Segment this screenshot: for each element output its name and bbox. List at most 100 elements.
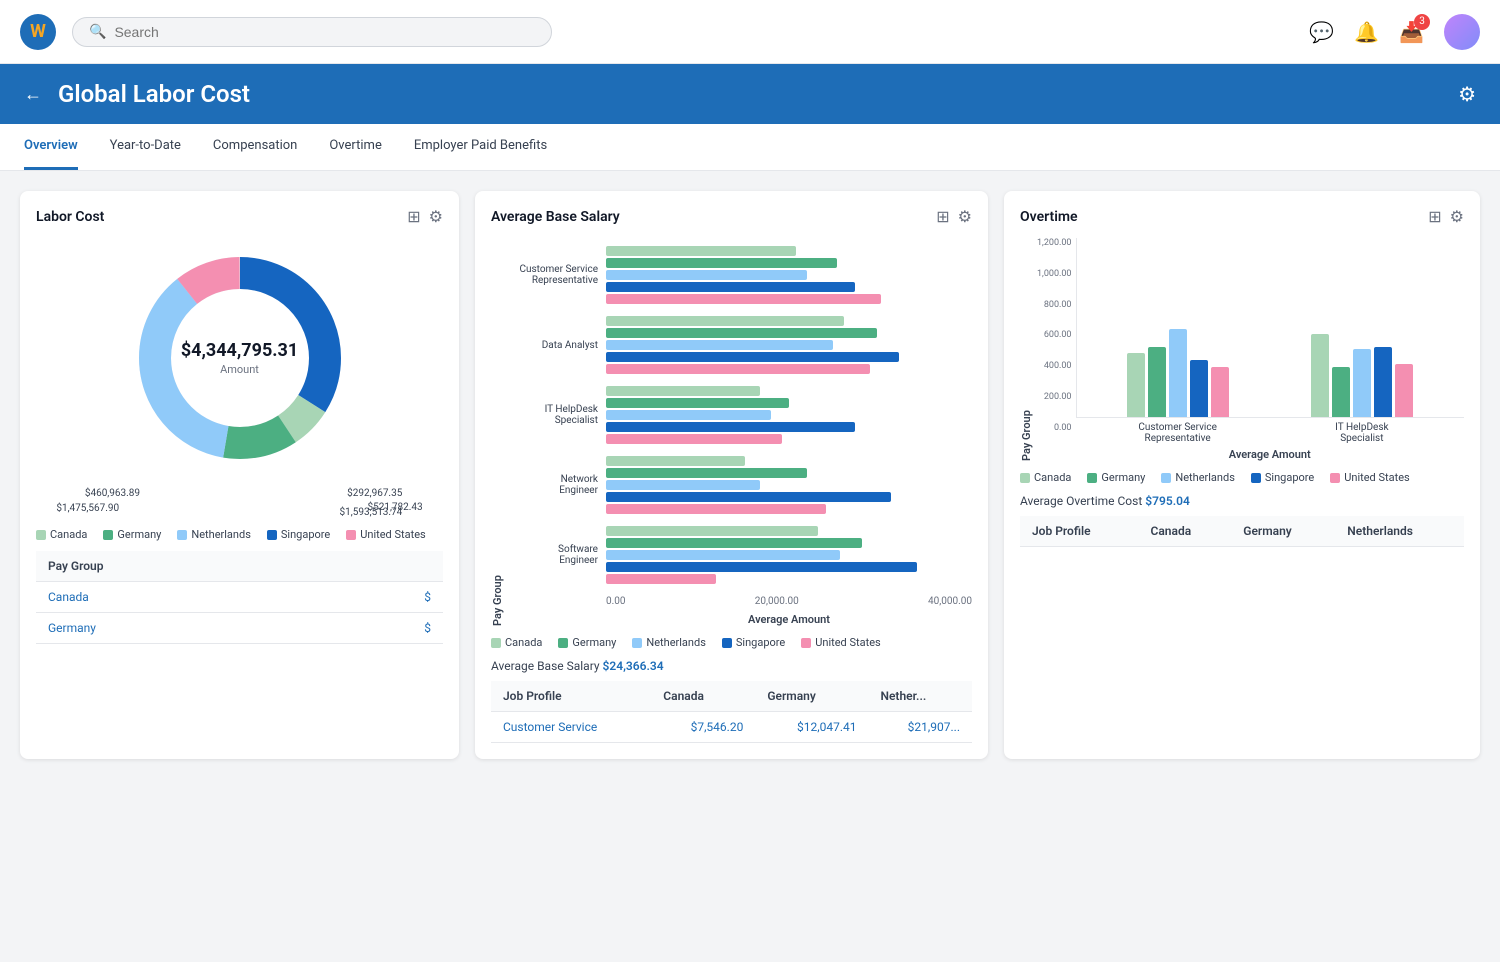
th-nether: Nether... bbox=[868, 681, 972, 712]
page-header: ← Global Labor Cost ⚙ bbox=[0, 64, 1500, 124]
avg-salary-header: Average Base Salary ⊞ ⚙ bbox=[491, 207, 972, 226]
notifications-button[interactable]: 🔔 bbox=[1354, 20, 1379, 44]
legend-germany: Germany bbox=[558, 636, 616, 649]
labor-cost-card: Labor Cost ⊞ ⚙ bbox=[20, 191, 459, 759]
overtime-bars bbox=[1076, 238, 1465, 418]
settings-button[interactable]: ⚙ bbox=[1458, 82, 1476, 106]
salary-y-axis-label: Pay Group bbox=[491, 238, 504, 626]
germany-dot bbox=[103, 530, 113, 540]
bar-da-germany bbox=[606, 328, 877, 338]
tab-compensation[interactable]: Compensation bbox=[213, 124, 297, 170]
paygroup-canada[interactable]: Canada bbox=[36, 582, 329, 613]
search-input[interactable] bbox=[114, 24, 535, 40]
tab-employer-benefits[interactable]: Employer Paid Benefits bbox=[414, 124, 547, 170]
overtime-x-axis-label: Average Amount bbox=[1076, 448, 1465, 461]
table-header-paygroup: Pay Group bbox=[36, 551, 329, 582]
bar-se-canada bbox=[606, 526, 818, 536]
tab-overtime[interactable]: Overtime bbox=[329, 124, 381, 170]
vbar-it-us bbox=[1395, 364, 1413, 417]
tab-ytd[interactable]: Year-to-Date bbox=[110, 124, 181, 170]
germany-dot bbox=[1087, 473, 1097, 483]
filter-icon[interactable]: ⊞ bbox=[1428, 207, 1441, 226]
gear-icon[interactable]: ⚙ bbox=[429, 207, 443, 226]
page-title: Global Labor Cost bbox=[58, 80, 250, 108]
labor-cost-legend: Canada Germany Netherlands Singapore Uni… bbox=[36, 528, 443, 541]
chat-button[interactable]: 💬 bbox=[1309, 20, 1334, 44]
legend-canada: Canada bbox=[36, 528, 87, 541]
job-customer-service[interactable]: Customer Service bbox=[491, 712, 651, 743]
bars-da bbox=[606, 316, 972, 374]
bar-label-it: IT HelpDesk Specialist bbox=[508, 404, 598, 426]
bar-it-netherlands bbox=[606, 410, 771, 420]
vbar-it-germany bbox=[1332, 367, 1350, 417]
table-header-amount bbox=[329, 551, 443, 582]
singapore-dot bbox=[1251, 473, 1261, 483]
bar-csr-singapore bbox=[606, 282, 855, 292]
search-bar[interactable]: 🔍 bbox=[72, 17, 552, 47]
filter-icon[interactable]: ⊞ bbox=[407, 207, 420, 226]
vbar-csr-germany bbox=[1148, 347, 1166, 417]
donut-chart: $4,344,795.31 Amount bbox=[36, 238, 443, 478]
back-button[interactable]: ← bbox=[24, 84, 42, 105]
bar-row-se: Software Engineer bbox=[508, 526, 972, 584]
th-germany: Germany bbox=[755, 681, 868, 712]
legend-canada: Canada bbox=[491, 636, 542, 649]
bar-se-netherlands bbox=[606, 550, 840, 560]
paygroup-germany[interactable]: Germany bbox=[36, 613, 329, 644]
legend-netherlands: Netherlands bbox=[1161, 471, 1235, 484]
th-germany: Germany bbox=[1231, 516, 1335, 547]
vbar-csr-us bbox=[1211, 367, 1229, 417]
inbox-badge: 3 bbox=[1414, 14, 1430, 30]
avg-salary-table: Job Profile Canada Germany Nether... Cus… bbox=[491, 681, 972, 743]
legend-singapore: Singapore bbox=[1251, 471, 1314, 484]
bar-ne-canada bbox=[606, 456, 745, 466]
bar-ne-netherlands bbox=[606, 480, 760, 490]
legend-canada: Canada bbox=[1020, 471, 1071, 484]
user-avatar[interactable] bbox=[1444, 14, 1480, 50]
filter-icon[interactable]: ⊞ bbox=[936, 207, 949, 226]
group-csr bbox=[1127, 329, 1229, 417]
salary-x-axis: 0.00 20,000.00 40,000.00 bbox=[508, 596, 972, 607]
gear-icon[interactable]: ⚙ bbox=[958, 207, 972, 226]
bar-it-germany bbox=[606, 398, 789, 408]
bars-se bbox=[606, 526, 972, 584]
inbox-button[interactable]: 📥 3 bbox=[1399, 20, 1424, 44]
bar-row-it: IT HelpDesk Specialist bbox=[508, 386, 972, 444]
vbar-csr-canada bbox=[1127, 353, 1145, 417]
netherlands-dot bbox=[1161, 473, 1171, 483]
avg-salary-title: Average Base Salary bbox=[491, 209, 620, 225]
bar-csr-canada bbox=[606, 246, 796, 256]
overtime-x-labels: Customer ServiceRepresentative IT HelpDe… bbox=[1076, 418, 1465, 444]
bar-da-us bbox=[606, 364, 870, 374]
legend-netherlands: Netherlands bbox=[177, 528, 251, 541]
netherlands-dot bbox=[632, 638, 642, 648]
legend-germany: Germany bbox=[1087, 471, 1145, 484]
top-bar: W 🔍 💬 🔔 📥 3 bbox=[0, 0, 1500, 64]
cs-canada: $7,546.20 bbox=[651, 712, 755, 743]
cs-nether: $21,907... bbox=[868, 712, 972, 743]
canada-dot bbox=[491, 638, 501, 648]
avg-salary-legend: Canada Germany Netherlands Singapore Uni… bbox=[491, 636, 972, 649]
tab-overview[interactable]: Overview bbox=[24, 124, 78, 170]
segment-singapore: $460,963.89 bbox=[85, 488, 140, 499]
legend-netherlands: Netherlands bbox=[632, 636, 706, 649]
overtime-card: Overtime ⊞ ⚙ Pay Group 1,200.00 1,000.00… bbox=[1004, 191, 1480, 759]
segment-netherlands: $1,593,513.74 bbox=[340, 507, 403, 518]
labor-cost-header: Labor Cost ⊞ ⚙ bbox=[36, 207, 443, 226]
gear-icon[interactable]: ⚙ bbox=[1450, 207, 1464, 226]
overtime-stat: Average Overtime Cost $795.04 bbox=[1020, 494, 1464, 508]
overtime-y-axis: 1,200.00 1,000.00 800.00 600.00 400.00 2… bbox=[1037, 238, 1072, 461]
segment-canada: $292,967.35 bbox=[347, 488, 402, 499]
labor-cost-table: Pay Group Canada $ Germany $ bbox=[36, 551, 443, 644]
canada-dot bbox=[36, 530, 46, 540]
germany-dot bbox=[558, 638, 568, 648]
bar-se-singapore bbox=[606, 562, 917, 572]
salary-chart-area: Customer Service Representative Data Ana… bbox=[508, 238, 972, 626]
bar-da-singapore bbox=[606, 352, 899, 362]
bar-csr-germany bbox=[606, 258, 837, 268]
salary-bar-chart: Customer Service Representative Data Ana… bbox=[508, 238, 972, 592]
legend-germany: Germany bbox=[103, 528, 161, 541]
legend-us: United States bbox=[346, 528, 425, 541]
bar-label-ne: Network Engineer bbox=[508, 474, 598, 496]
table-row: Germany $ bbox=[36, 613, 443, 644]
